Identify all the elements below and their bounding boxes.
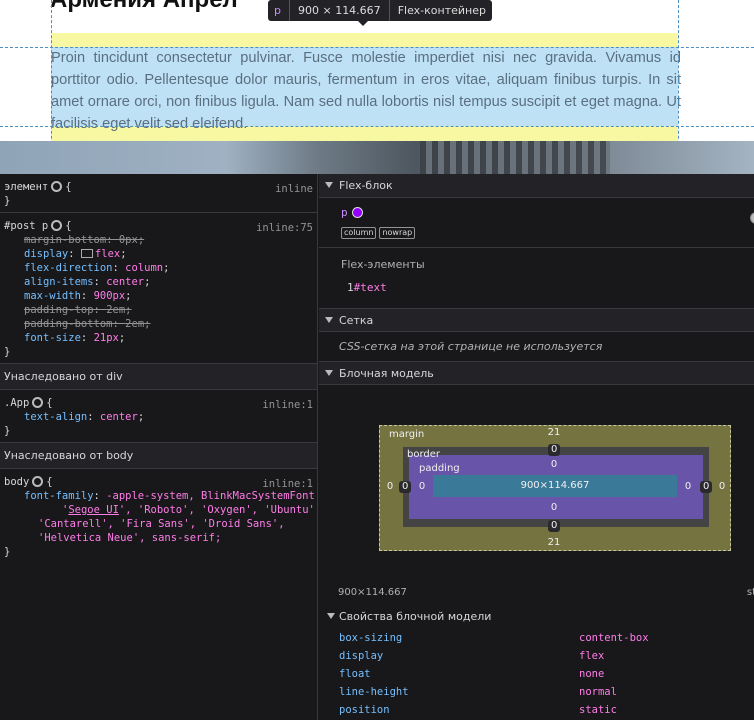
margin-highlight-top [51,33,678,47]
padding-right-value[interactable]: 0 [678,481,698,492]
content-size-value[interactable]: 900×114.667 [433,475,677,497]
border-label: border [407,449,441,460]
margin-right-value[interactable]: 0 [712,481,732,492]
rule-post-p[interactable]: #post p{ inline:75 margin-bottom: 0px; d… [0,213,317,364]
rule-element[interactable]: элемент{ inline } [0,174,317,213]
rule-body[interactable]: body{ inline:1 font-family: -apple-syste… [0,469,317,563]
highlighted-paragraph[interactable]: Proin tincidunt consectetur pulvinar. Fu… [51,47,681,135]
tooltip-dimensions: 900 × 114.667 [298,0,390,21]
flex-container-tag: p [341,206,348,219]
rule-source[interactable]: inline:1 [262,398,313,412]
gear-icon[interactable] [32,397,44,408]
section-flex-block[interactable]: Flex-блок [319,174,754,198]
flex-item-row[interactable]: 1#text [319,277,754,302]
tooltip-kind: Flex-контейнер [397,4,486,17]
gear-icon[interactable] [32,476,44,487]
property-row: box-sizing content-box [339,632,649,644]
padding-label: padding [419,463,460,474]
border-top-value[interactable]: 0 [548,444,561,456]
declaration[interactable]: flex-direction: column; [4,261,313,275]
page-photo [0,141,754,174]
declaration[interactable]: padding-bottom: 2em; [4,317,313,331]
layout-pane: Flex-блок p column nowrap Flex-элементы 1… [319,174,754,720]
declaration-continued: 'Segoe UI', 'Roboto', 'Oxygen', 'Ubuntu'… [62,504,318,516]
box-model-properties-title[interactable]: Свойства блочной модели [319,598,754,629]
gear-icon[interactable] [51,181,63,192]
rule-source[interactable]: inline:1 [262,477,313,491]
rules-pane: элемент{ inline } #post p{ inline:75 mar… [0,174,318,720]
page-preview: Армения Апрел Proin tincidunt consectetu… [0,0,754,174]
declaration[interactable]: font-family: -apple-system, BlinkMacSyst… [4,489,317,503]
inherited-header-div: Унаследовано от div [0,364,317,390]
margin-left-value[interactable]: 0 [380,481,400,492]
chip-column: column [341,227,377,239]
collapse-triangle-icon[interactable] [327,613,335,619]
element-dimensions: 900×114.667 st [319,587,754,598]
collapse-triangle-icon[interactable] [325,370,333,376]
color-swatch-icon[interactable] [351,207,363,218]
rule-selector: #post p [4,220,49,232]
padding-bottom-value[interactable]: 0 [544,502,564,513]
section-box-model[interactable]: Блочная модель [319,361,754,385]
declaration[interactable]: margin-bottom: 0px; [4,233,313,247]
dims-right-fragment: st [746,587,754,598]
border-bottom-value[interactable]: 0 [548,520,561,532]
collapse-triangle-icon[interactable] [325,317,333,323]
property-row: line-height normal [339,686,617,698]
collapse-triangle-icon[interactable] [325,182,333,188]
page-heading: Армения Апрел [50,0,238,14]
declaration[interactable]: padding-top: 2em; [4,303,313,317]
tooltip-tag: p [274,0,290,21]
declaration-continued: 'Cantarell', 'Fira Sans', 'Droid Sans', [38,518,285,530]
padding-left-value[interactable]: 0 [412,481,432,492]
photo-building [420,141,610,174]
property-row: display flex [339,650,605,662]
margin-top-value[interactable]: 21 [544,427,564,438]
gear-icon[interactable] [51,220,63,231]
rule-selector: .App [4,397,30,409]
rule-selector: элемент [4,181,49,193]
padding-top-value[interactable]: 0 [544,459,564,470]
declaration-continued: 'Helvetica Neue', sans-serif; [38,532,222,544]
rule-source[interactable]: inline:75 [256,221,313,235]
property-row: position static [339,704,617,716]
inherited-header-body: Унаследовано от body [0,443,317,469]
devtools-panel: элемент{ inline } #post p{ inline:75 mar… [0,174,754,720]
declaration[interactable]: max-width: 900px; [4,289,313,303]
tooltip-arrow [358,21,368,26]
highlight-toggle[interactable] [750,212,754,224]
declaration[interactable]: display: flex; [4,247,313,261]
margin-bottom-value[interactable]: 21 [544,537,564,548]
rule-app[interactable]: .App{ inline:1 text-align: center; } [0,390,317,443]
element-tooltip: p 900 × 114.667 Flex-контейнер [268,0,492,26]
declaration[interactable]: align-items: center; [4,275,313,289]
border-right-value[interactable]: 0 [700,481,713,493]
box-model-diagram: margin border padding 21 21 0 0 0 0 0 0 … [319,385,754,581]
guide-line-top [0,47,754,48]
flex-container-item[interactable]: p column nowrap [319,198,754,247]
section-grid[interactable]: Сетка [319,308,754,332]
declaration[interactable]: font-size: 21px; [4,331,313,345]
property-row: float none [339,668,605,680]
guide-line-bottom [0,126,754,127]
chip-nowrap: nowrap [379,227,416,239]
declaration[interactable]: text-align: center; [4,410,313,424]
grid-message: CSS-сетка на этой странице не использует… [339,340,603,353]
flexbox-toggle-icon[interactable] [80,249,93,258]
rule-selector: body [4,476,30,488]
rule-source[interactable]: inline [275,182,313,196]
border-left-value[interactable]: 0 [399,481,412,493]
margin-label: margin [389,429,425,440]
flex-items-title: Flex-элементы [341,258,425,271]
